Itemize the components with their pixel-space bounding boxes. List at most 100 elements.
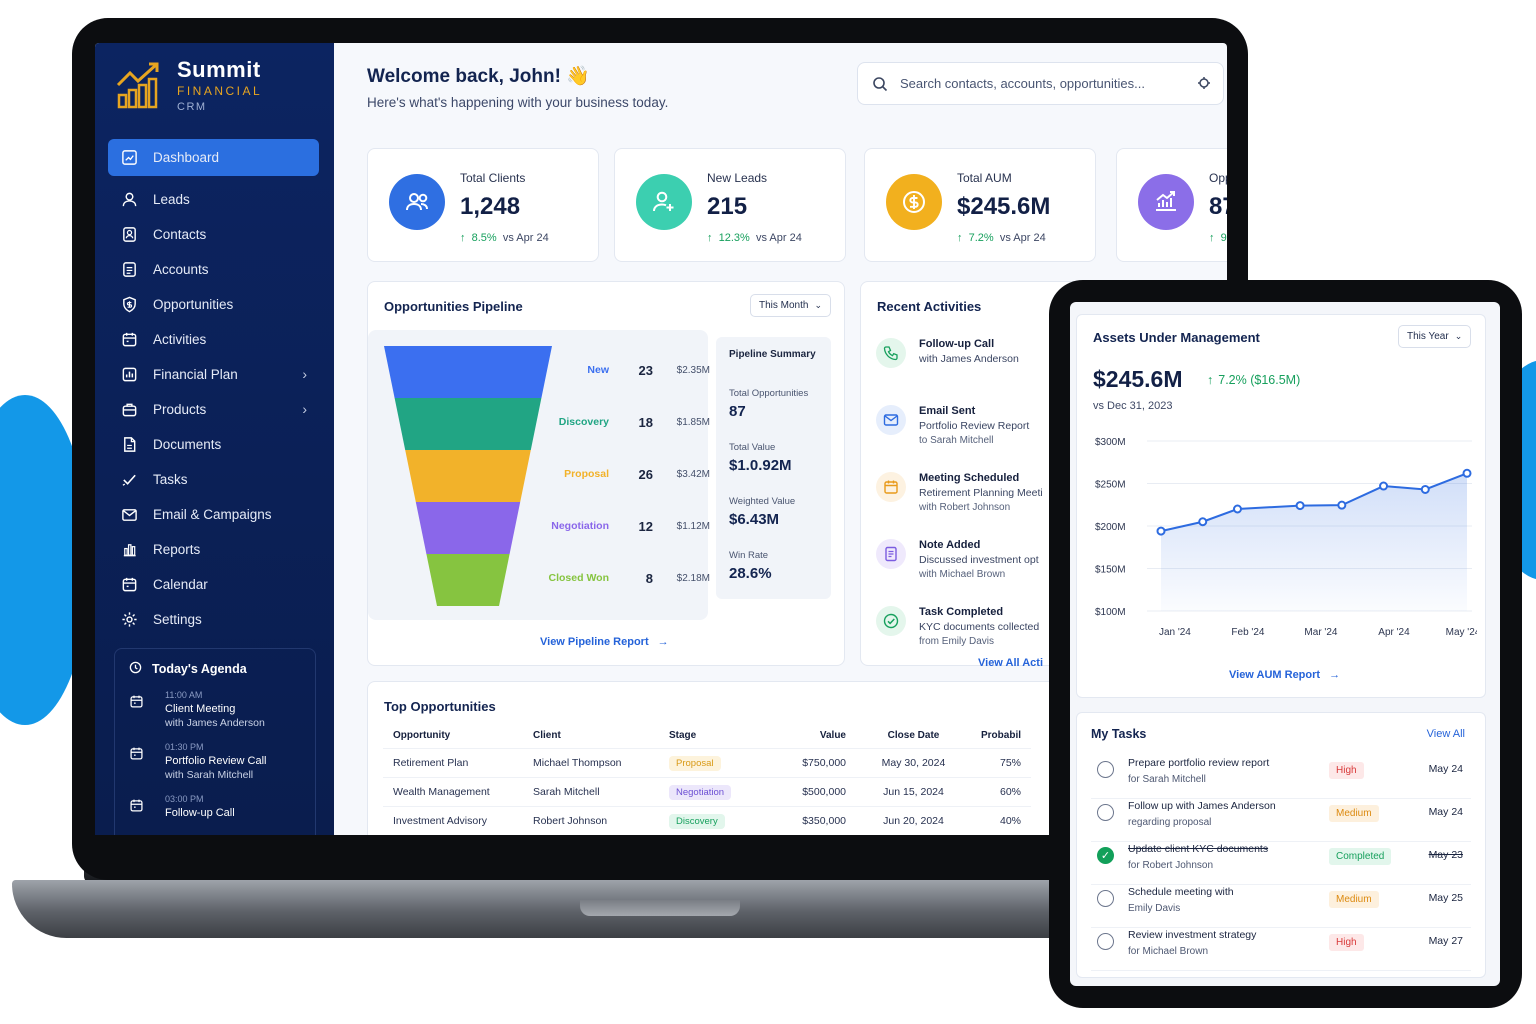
aum-data-point[interactable] [1462, 468, 1472, 478]
funnel-segment-negotiation[interactable] [415, 502, 521, 554]
task-checkbox[interactable] [1097, 933, 1114, 950]
pipeline-filter-dropdown[interactable]: This Month ⌄ [750, 294, 832, 317]
brand-sub: FINANCIAL [177, 84, 263, 98]
sidebar-item-email-campaigns[interactable]: Email & Campaigns [108, 497, 319, 531]
funnel-segment-new[interactable] [384, 346, 552, 398]
task-item[interactable]: ✓ Update client KYC documents for Robert… [1091, 843, 1471, 885]
aum-filter-dropdown[interactable]: This Year ⌄ [1398, 325, 1472, 348]
kpi-delta-value: 9 [1220, 232, 1227, 244]
sidebar-item-label: Financial Plan [153, 366, 238, 382]
activity-sub: Retirement Planning Meeti [919, 487, 1043, 499]
aum-area [1161, 473, 1467, 611]
view-aum-report-link[interactable]: View AUM Report → [1229, 669, 1340, 681]
sidebar-item-calendar[interactable]: Calendar [108, 567, 319, 601]
kpi-vs: vs Apr 24 [755, 232, 802, 244]
sidebar-item-accounts[interactable]: Accounts [108, 252, 319, 286]
task-checkbox[interactable]: ✓ [1097, 847, 1114, 864]
chevron-down-icon: ⌄ [814, 300, 823, 310]
filter-icon[interactable] [1197, 76, 1211, 90]
column-header[interactable]: Value [781, 724, 856, 748]
aum-data-point[interactable] [1379, 481, 1389, 491]
kpi-card-total-aum[interactable]: Total AUM $245.6M ↑ 7.2% vs Apr 24 [864, 148, 1096, 262]
summary-item: Weighted Value $6.43M [729, 496, 818, 528]
stage-badge: Proposal [669, 755, 721, 771]
task-date: May 27 [1428, 935, 1463, 947]
search-placeholder: Search contacts, accounts, opportunities… [900, 76, 1145, 91]
task-item[interactable]: Schedule meeting with Emily Davis Medium… [1091, 886, 1471, 928]
activity-sub: Discussed investment opt [919, 554, 1039, 566]
view-all-activities-link[interactable]: View All Acti [978, 657, 1043, 669]
activity-item[interactable]: Follow-up Call with James Anderson [876, 338, 1066, 368]
sidebar-item-reports[interactable]: Reports [108, 532, 319, 566]
column-header[interactable]: Probabil [971, 724, 1031, 748]
sidebar-item-tasks[interactable]: Tasks [108, 462, 319, 496]
kpi-card-opp[interactable]: Opp 87 ↑ 9 [1116, 148, 1227, 262]
aum-data-point[interactable] [1156, 526, 1166, 536]
stage-name: Closed Won [548, 572, 609, 584]
task-checkbox[interactable] [1097, 761, 1114, 778]
chevron-right-icon: › [302, 401, 307, 417]
view-pipeline-report-link[interactable]: View Pipeline Report → [540, 636, 669, 648]
funnel-segment-discovery[interactable] [394, 398, 542, 450]
column-header[interactable]: Close Date [856, 724, 971, 748]
task-title: Schedule meeting with [1128, 886, 1234, 898]
stage-badge: Discovery [669, 813, 725, 829]
kpi-delta-value: 12.3% [718, 232, 750, 244]
aum-data-point[interactable] [1198, 517, 1208, 527]
sidebar-item-leads[interactable]: Leads [108, 182, 319, 216]
sidebar-item-settings[interactable]: Settings [108, 602, 319, 636]
task-item[interactable]: Follow up with James Anderson regarding … [1091, 800, 1471, 842]
chevron-right-icon: › [302, 366, 307, 382]
kpi-card-total-clients[interactable]: Total Clients 1,248 ↑ 8.5% vs Apr 24 [367, 148, 599, 262]
activity-item[interactable]: Task Completed KYC documents collected fro… [876, 606, 1066, 647]
sidebar-item-products[interactable]: Products › [108, 392, 319, 426]
column-header[interactable]: Client [523, 724, 659, 748]
task-item[interactable]: Review investment strategy for Michael B… [1091, 929, 1471, 971]
agenda-time: 01:30 PM [165, 742, 204, 752]
priority-badge: Medium [1329, 805, 1379, 822]
task-item[interactable]: Prepare portfolio review report for Sara… [1091, 757, 1471, 799]
funnel-row: Discovery 18 $1.85M [534, 412, 710, 432]
growth-icon [1156, 191, 1176, 211]
table-row[interactable]: Wealth Management Sarah Mitchell Negotia… [383, 776, 1032, 806]
aum-data-point[interactable] [1337, 500, 1347, 510]
task-sub: for Robert Johnson [1128, 860, 1214, 871]
table-row[interactable]: Retirement Plan Michael Thompson Proposa… [383, 747, 1032, 777]
agenda-item[interactable]: 03:00 PM Follow-up Call [129, 794, 301, 819]
aum-data-point[interactable] [1233, 504, 1242, 514]
y-tick-label: $150M [1095, 565, 1126, 576]
column-header[interactable]: Stage [659, 724, 781, 748]
search-input[interactable]: Search contacts, accounts, opportunities… [857, 62, 1224, 105]
task-checkbox[interactable] [1097, 804, 1114, 821]
agenda-item[interactable]: 01:30 PM Portfolio Review Call with Sarah … [129, 742, 301, 781]
agenda-title: Today's Agenda [152, 662, 247, 676]
sidebar-item-label: Documents [153, 436, 222, 452]
sidebar-item-activities[interactable]: Activities [108, 322, 319, 356]
tasks-view-all-link[interactable]: View All [1427, 728, 1465, 740]
brand-crm: CRM [177, 101, 207, 113]
funnel-segment-closed-won[interactable] [426, 554, 510, 606]
aum-data-point[interactable] [1295, 501, 1305, 511]
agenda-item[interactable]: 11:00 AM Client Meeting with James Anderso… [129, 690, 301, 729]
sidebar-item-dashboard[interactable]: Dashboard [108, 139, 319, 176]
task-checkbox[interactable] [1097, 890, 1114, 907]
my-tasks-title: My Tasks [1091, 727, 1147, 741]
sidebar-item-documents[interactable]: Documents [108, 427, 319, 461]
sidebar-item-financial-plan[interactable]: Financial Plan › [108, 357, 319, 391]
arrow-up-icon: ↑ [707, 232, 713, 244]
column-header[interactable]: Opportunity [383, 724, 523, 748]
sidebar-item-label: Activities [153, 331, 207, 347]
table-row[interactable]: Investment Advisory Robert Johnson Disco… [383, 805, 1032, 835]
sidebar-item-opportunities[interactable]: Opportunities [108, 287, 319, 321]
stage-value: $1.12M [676, 520, 710, 532]
calendar-icon [122, 332, 136, 346]
activity-item[interactable]: Note Added Discussed investment opt with M… [876, 539, 1066, 580]
funnel-segment-proposal[interactable] [405, 450, 531, 502]
sidebar-item-contacts[interactable]: Contacts [108, 217, 319, 251]
document-icon [123, 436, 135, 452]
calendar-icon [130, 747, 143, 760]
activity-item[interactable]: Email Sent Portfolio Review Report to Sara… [876, 405, 1066, 446]
activity-item[interactable]: Meeting Scheduled Retirement Planning Mee… [876, 472, 1066, 513]
kpi-card-new-leads[interactable]: New Leads 215 ↑ 12.3% vs Apr 24 [614, 148, 846, 262]
aum-data-point[interactable] [1420, 484, 1430, 494]
